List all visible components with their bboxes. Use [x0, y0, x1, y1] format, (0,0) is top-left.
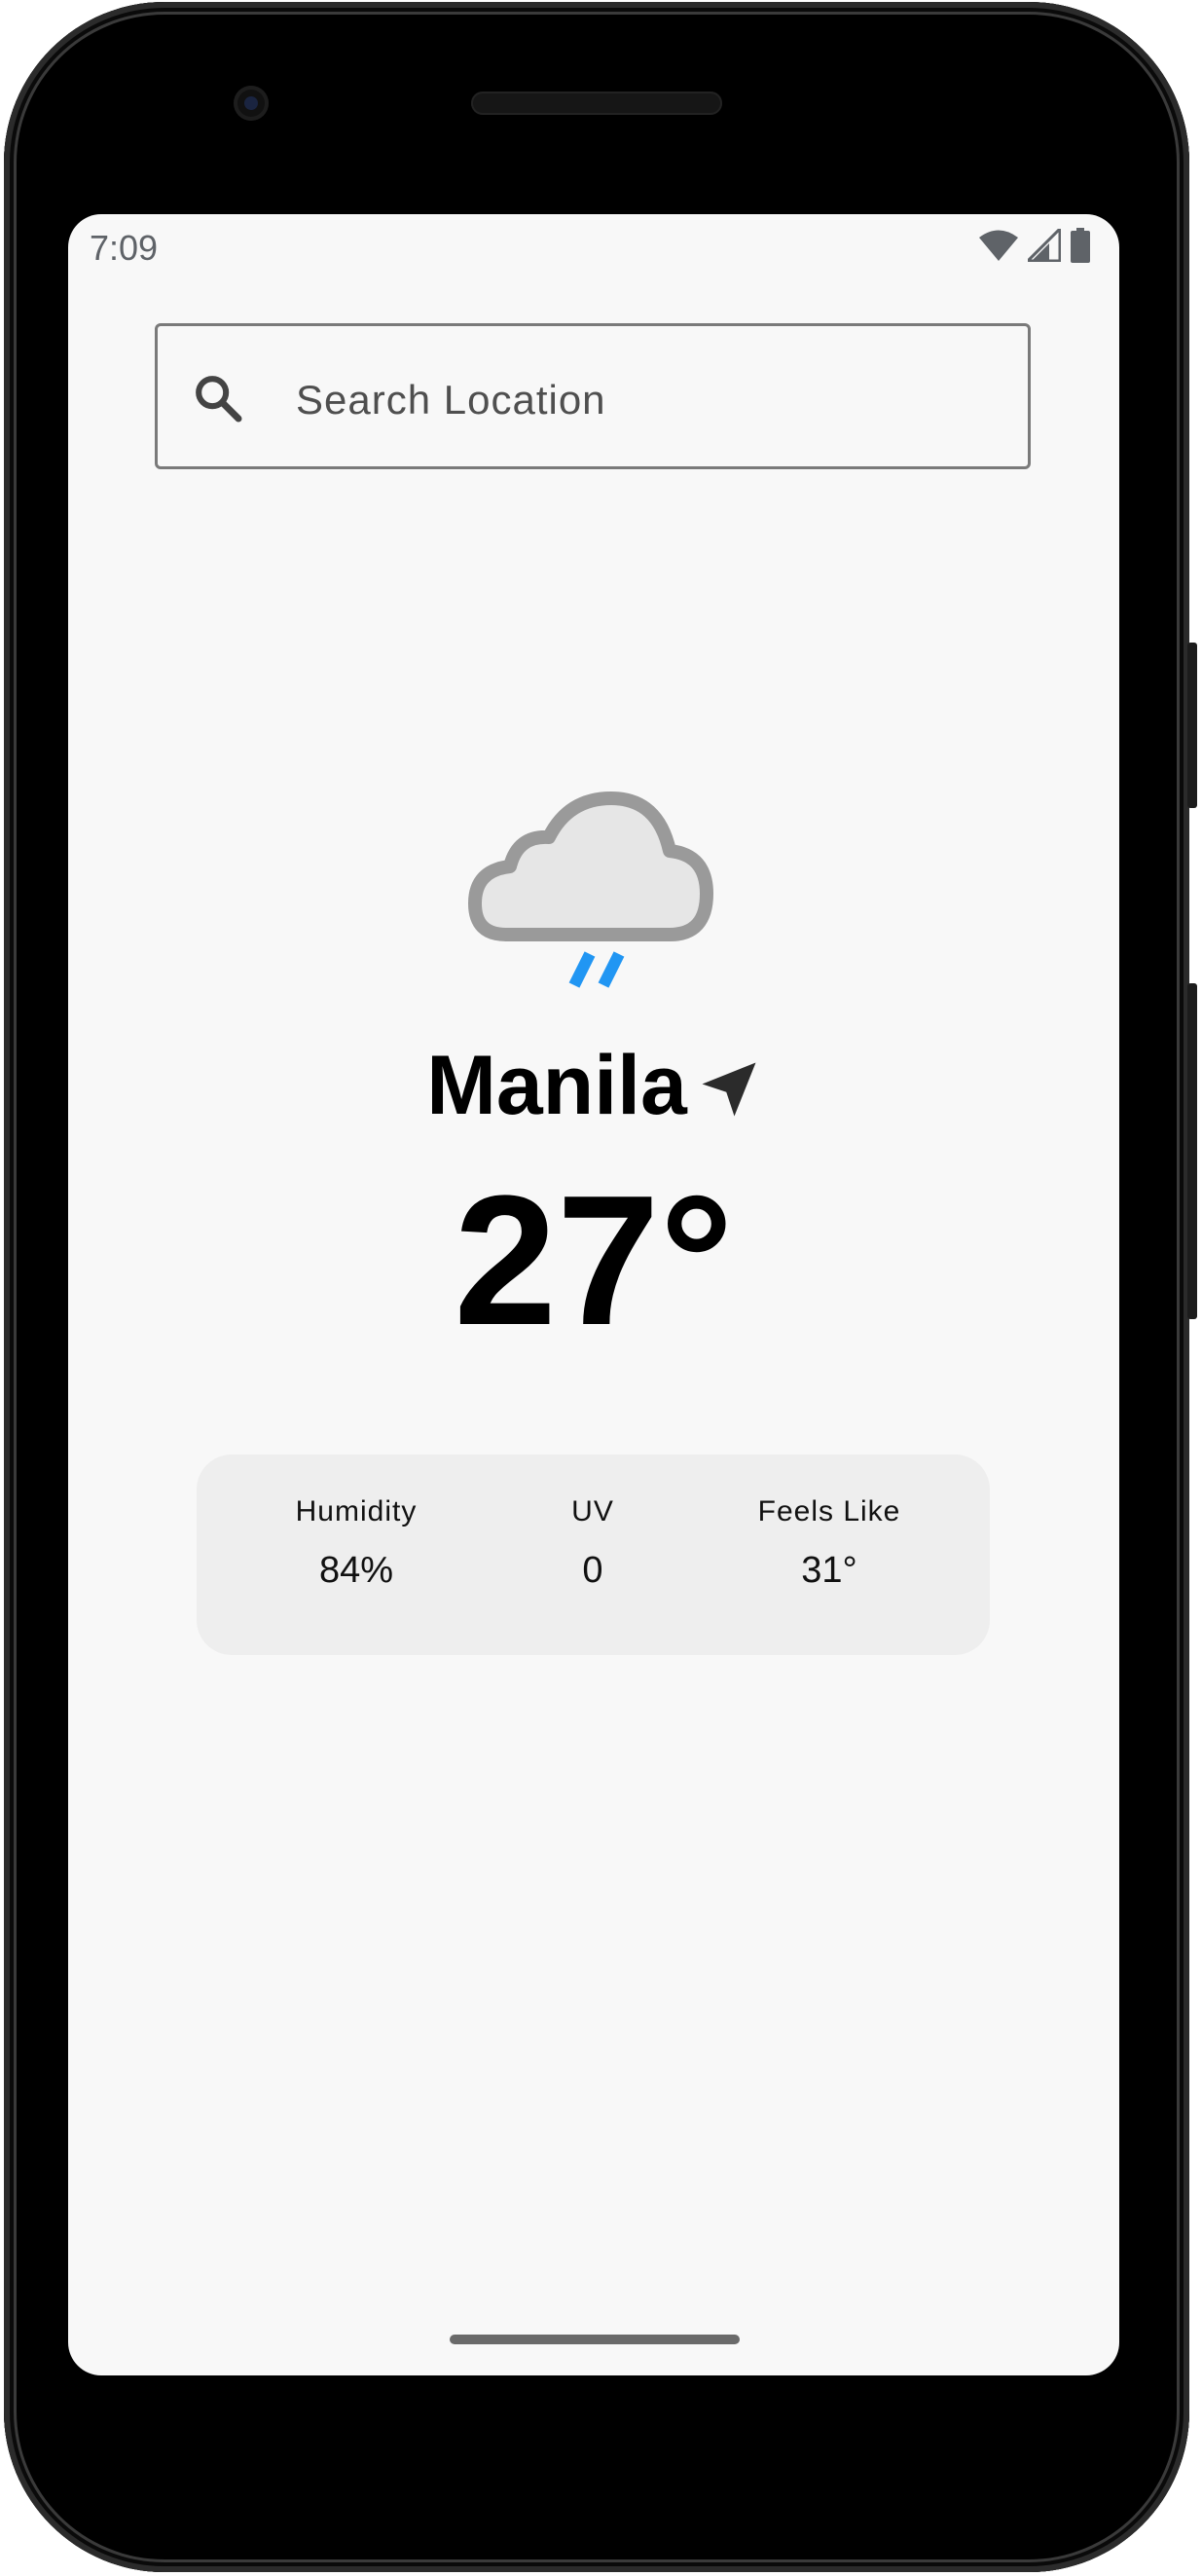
temperature: 27°	[454, 1158, 734, 1364]
status-icons	[979, 228, 1090, 263]
battery-icon	[1071, 228, 1090, 263]
search-box[interactable]	[155, 323, 1031, 469]
home-indicator[interactable]	[450, 2335, 740, 2344]
humidity-label: Humidity	[295, 1495, 418, 1527]
city-name: Manila	[426, 1038, 687, 1132]
navigation-arrow-icon[interactable]	[697, 1057, 761, 1122]
rain-cloud-icon	[468, 791, 713, 988]
power-button	[1187, 643, 1197, 808]
search-input[interactable]	[294, 365, 999, 435]
status-bar: 7:09	[68, 214, 1119, 278]
humidity-stat: Humidity 84%	[239, 1495, 473, 1592]
location-row: Manila	[68, 1032, 1119, 1139]
phone-frame: 7:09 Search Location Manila 27° Humidity…	[0, 0, 1202, 2576]
wifi-icon	[979, 230, 1018, 261]
cell-signal-icon	[1028, 229, 1061, 262]
front-camera	[234, 86, 269, 121]
volume-button	[1187, 983, 1197, 1319]
feels-like-label: Feels Like	[757, 1495, 901, 1527]
feels-like-stat: Feels Like 31°	[712, 1495, 946, 1592]
feels-like-value: 31°	[801, 1550, 857, 1591]
uv-label: UV	[571, 1495, 614, 1527]
uv-stat: UV 0	[476, 1495, 710, 1592]
search-icon[interactable]	[191, 371, 245, 425]
humidity-value: 84%	[318, 1550, 394, 1591]
weather-stats-card: Humidity 84% UV 0 Feels Like 31°	[197, 1454, 990, 1655]
status-time: 7:09	[90, 228, 159, 268]
uv-value: 0	[582, 1550, 603, 1591]
app-screen: 7:09 Search Location Manila 27° Humidity…	[68, 214, 1119, 2375]
earpiece-speaker	[471, 92, 722, 115]
